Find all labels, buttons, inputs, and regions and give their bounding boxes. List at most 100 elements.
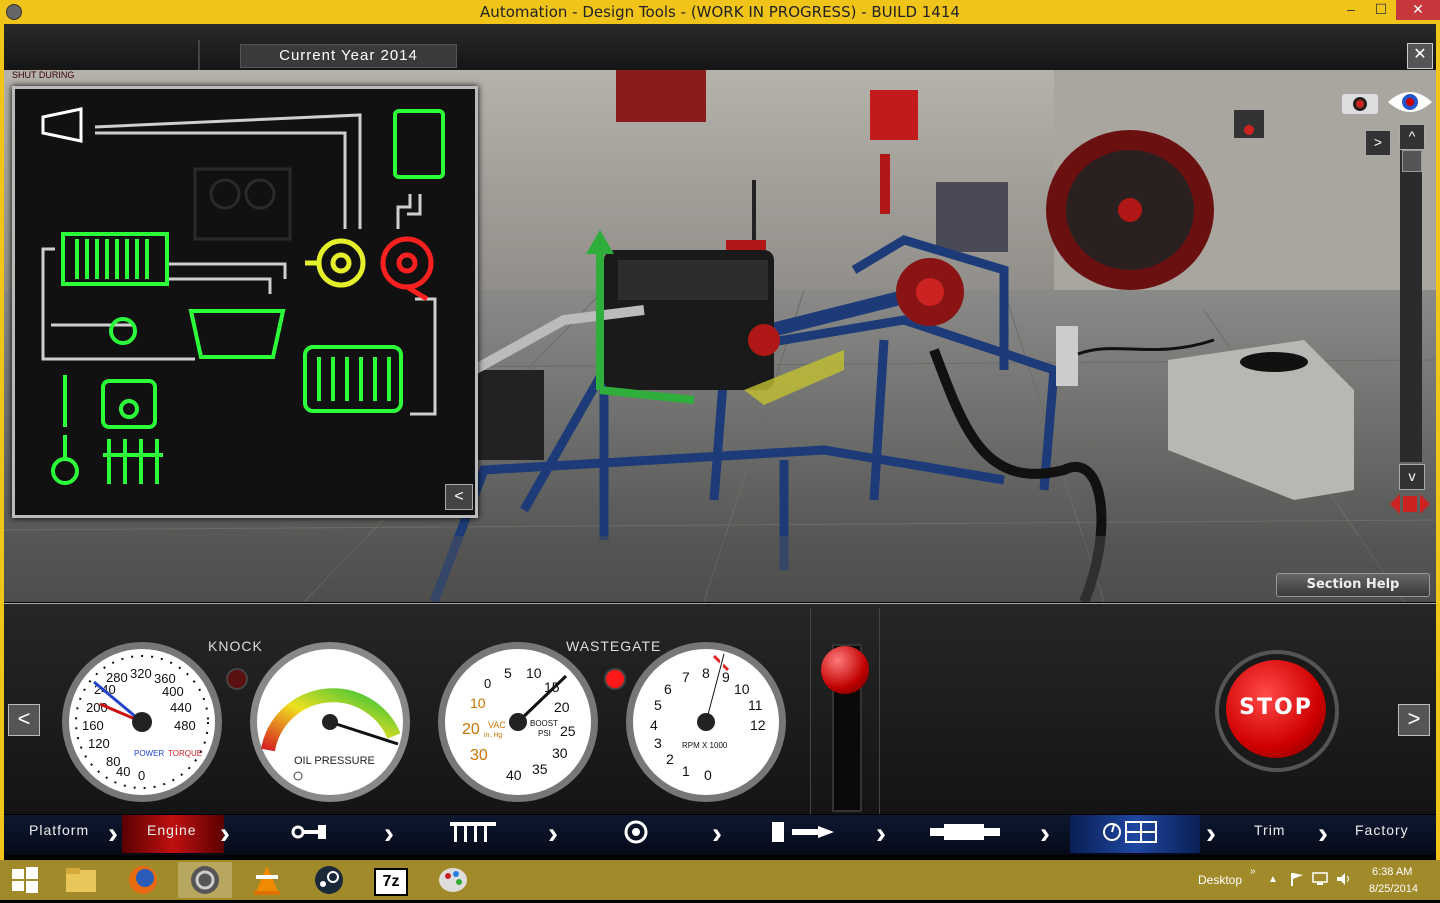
- power-tick-440: 440: [170, 700, 192, 715]
- rpm-tick-10: 10: [734, 681, 750, 697]
- vac-tick-0: 0: [484, 676, 491, 691]
- nav-turbo-icon[interactable]: [620, 818, 652, 846]
- desktop-toolbar-label[interactable]: Desktop: [1198, 873, 1242, 887]
- nav-dyno-icon[interactable]: [1100, 820, 1160, 844]
- nav-separator: ›: [108, 817, 118, 850]
- rpm-gauge: 0 1 2 3 4 5 6 7 8 9 10 11 12 RPM X 1000: [624, 640, 788, 804]
- boost-tick-35: 35: [532, 761, 548, 777]
- action-center-flag-icon[interactable]: [1290, 872, 1304, 886]
- volume-icon[interactable]: [1336, 872, 1352, 886]
- power-tick-480: 480: [174, 718, 196, 733]
- camera-icon[interactable]: [1340, 88, 1380, 116]
- vac-tick-20: 20: [462, 721, 480, 738]
- rpm-tick-5: 5: [654, 697, 662, 713]
- nav-engine[interactable]: Engine: [147, 822, 197, 838]
- scroll-up-button[interactable]: ^: [1399, 124, 1425, 150]
- boost-tick-5: 5: [504, 665, 512, 681]
- sign-shut-during-text: SHUT DURING: [12, 70, 74, 80]
- throttle-knob[interactable]: [821, 646, 869, 694]
- boost-tick-10: 10: [526, 665, 542, 681]
- boost-tick-30: 30: [552, 745, 568, 761]
- power-tick-280: 280: [106, 670, 128, 685]
- reset-view-icon[interactable]: [1390, 490, 1430, 518]
- scene-scrollbar[interactable]: [1400, 150, 1422, 462]
- rpm-tick-6: 6: [664, 681, 672, 697]
- toolbar-divider: [198, 40, 200, 70]
- nav-separator: ›: [876, 817, 886, 850]
- rpm-tick-12: 12: [750, 717, 766, 733]
- nav-separator: ›: [384, 817, 394, 850]
- minimize-button[interactable]: –: [1336, 0, 1366, 20]
- knock-indicator-light: [226, 668, 248, 690]
- rpm-tick-4: 4: [650, 717, 658, 733]
- top-toolbar: [4, 24, 1436, 70]
- network-icon[interactable]: [1312, 872, 1328, 886]
- rpm-tick-7: 7: [682, 669, 690, 685]
- clock-time[interactable]: 6:38 AM: [1372, 866, 1412, 878]
- boost-tick-20: 20: [554, 699, 570, 715]
- steam-icon[interactable]: [302, 862, 356, 898]
- vac-tick-30: 30: [470, 747, 488, 764]
- nav-factory[interactable]: Factory: [1355, 822, 1409, 838]
- nav-exhaust-icon[interactable]: [930, 822, 1002, 842]
- nav-separator: ›: [548, 817, 558, 850]
- firefox-icon[interactable]: [116, 862, 170, 898]
- title-bar: Automation - Design Tools - (WORK IN PRO…: [0, 0, 1440, 24]
- windows-start-icon[interactable]: [10, 866, 40, 894]
- green-component-group: [51, 109, 445, 485]
- scroll-down-button[interactable]: v: [1399, 464, 1425, 490]
- vac-label: VAC: [488, 720, 506, 730]
- nav-trim[interactable]: Trim: [1254, 822, 1285, 838]
- file-explorer-icon[interactable]: [54, 862, 108, 898]
- rpm-tick-11: 11: [748, 697, 763, 713]
- nav-separator: ›: [1206, 817, 1216, 850]
- next-section-button[interactable]: >: [1398, 704, 1430, 736]
- current-year-label: Current Year 2014: [240, 44, 457, 68]
- boost-label: BOOST: [530, 719, 558, 728]
- nav-valvetrain-icon[interactable]: [450, 818, 498, 844]
- close-window-button[interactable]: ✕: [1396, 0, 1440, 20]
- rpm-tick-0: 0: [704, 767, 712, 783]
- boost-unit: PSI: [538, 729, 551, 738]
- window-title: Automation - Design Tools - (WORK IN PRO…: [480, 3, 960, 21]
- scrollbar-thumb[interactable]: [1402, 150, 1422, 172]
- nav-separator: ›: [220, 817, 230, 850]
- vlc-icon[interactable]: [240, 862, 294, 898]
- vac-unit: in. Hg: [484, 732, 502, 739]
- power-label: POWER: [134, 749, 164, 758]
- rpm-tick-9: 9: [722, 669, 730, 685]
- oil-pressure-gauge: OIL PRESSURE: [248, 640, 412, 804]
- power-tick-400: 400: [162, 684, 184, 699]
- diagram-drawing: [41, 107, 445, 485]
- nav-crankshaft-icon[interactable]: [290, 822, 330, 842]
- desktop-expand-icon[interactable]: »: [1250, 866, 1256, 877]
- sevenzip-icon[interactable]: 7z: [364, 862, 418, 898]
- rpm-tick-1: 1: [682, 763, 690, 779]
- automation-app-icon[interactable]: [178, 862, 232, 898]
- maximize-button[interactable]: ☐: [1366, 0, 1396, 20]
- rpm-tick-8: 8: [702, 665, 710, 681]
- nav-fuel-icon[interactable]: [770, 820, 840, 844]
- boost-tick-25: 25: [560, 723, 576, 739]
- power-tick-0: 0: [138, 768, 145, 783]
- power-torque-gauge: 80 40 0 120 160 200 240 280 320 360 400 …: [60, 640, 224, 804]
- section-help-button[interactable]: Section Help: [1276, 573, 1430, 597]
- clock-date[interactable]: 8/25/2014: [1369, 883, 1418, 895]
- close-panel-button[interactable]: ✕: [1407, 43, 1433, 69]
- eye-icon[interactable]: [1386, 88, 1434, 116]
- show-hidden-icons-icon[interactable]: ▲: [1268, 874, 1278, 885]
- power-tick-40: 40: [116, 764, 130, 779]
- nav-platform[interactable]: Platform: [29, 822, 89, 838]
- collapse-diagram-button[interactable]: <: [445, 484, 473, 510]
- paint-icon[interactable]: [426, 862, 480, 898]
- nav-separator: ›: [1318, 817, 1328, 850]
- engine-component-diagram[interactable]: [12, 86, 478, 518]
- window-frame-right: [1436, 24, 1440, 860]
- wastegate-indicator-light: [604, 668, 626, 690]
- rpm-tick-3: 3: [654, 735, 662, 751]
- expand-side-button[interactable]: >: [1365, 130, 1391, 156]
- stop-engine-button[interactable]: STOP: [1226, 660, 1326, 758]
- prev-section-button[interactable]: <: [8, 704, 40, 736]
- torque-label: TORQUE: [168, 749, 202, 758]
- boost-tick-15: 15: [544, 679, 560, 695]
